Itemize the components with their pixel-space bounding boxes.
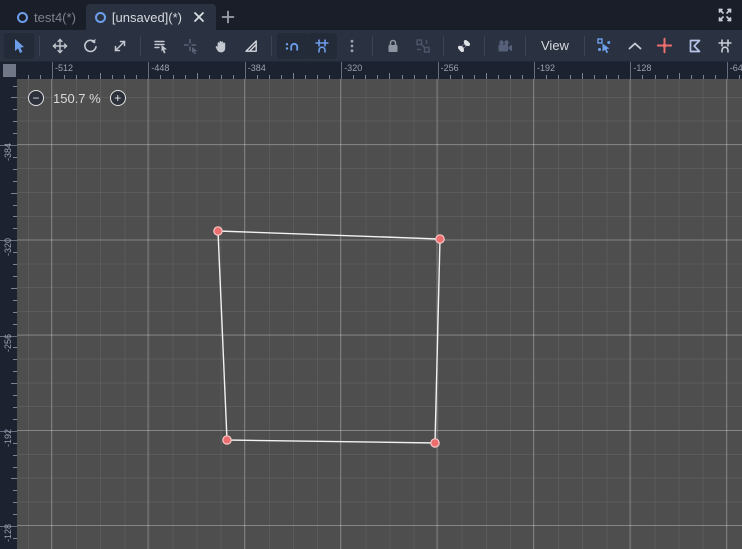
bone-icon [458,39,470,52]
ruler-label: -256 [440,63,459,73]
ruler-tool-icon [245,39,257,52]
distraction-free-button[interactable] [716,6,734,24]
camera-preview-button[interactable] [490,33,520,59]
ruler-label: -64 [729,63,742,73]
ruler-label: -320 [344,63,363,73]
polygon-tool-button[interactable] [680,33,710,59]
polygon-drawing [213,226,445,448]
skeleton-button[interactable] [449,33,479,59]
ruler-label: -320 [3,238,13,257]
scale-tool-icon [114,40,126,51]
smart-snap-button[interactable] [277,32,307,59]
scale-tool-button[interactable] [105,33,135,59]
zoom-out-button[interactable]: − [28,90,44,106]
ruler-top: -512 -448 -384 -320 -256 -192 -128 -64 [17,62,742,79]
chevron-up-icon [628,42,642,49]
group-button[interactable] [408,33,438,59]
polygon-vertex-handle[interactable] [222,435,232,445]
close-tab-icon[interactable] [192,10,206,24]
pivot-select-icon [183,38,198,54]
add-scene-tab-button[interactable] [216,4,240,30]
polygon-edges [217,230,441,444]
ruler-major-tick [726,62,728,79]
pan-tool-icon [215,40,226,52]
ruler-corner [0,62,17,79]
ruler-label: -128 [633,63,652,73]
ruler-major-tick [534,62,535,79]
minus-icon: − [32,90,40,105]
ruler-label: -192 [3,428,13,447]
polygon-vertex-handle[interactable] [430,438,440,448]
polygon-vertex-handle[interactable] [435,234,445,244]
expand-icon [718,8,732,22]
snap-grid-button[interactable] [710,33,740,59]
snap-options-button[interactable] [337,33,367,59]
scene-node-icon [17,11,28,23]
group-icon [416,38,430,53]
move-tool-icon [52,38,68,53]
ruler-label: -448 [151,63,170,73]
godot-2d-editor: test4(*) [unsaved](*) View -512 -448 -38… [0,0,742,549]
move-tool-button[interactable] [45,33,75,59]
ruler-major-tick [244,62,246,79]
rotate-tool-button[interactable] [75,33,105,59]
select-points-icon [597,38,611,54]
ruler-left: -384 -320 -256 -192 -128 [0,79,17,549]
select-tool-button[interactable] [4,32,34,59]
plus-icon: + [114,90,122,105]
ruler-label: -192 [537,63,556,73]
view-menu-button[interactable]: View [531,33,579,59]
scene-tab-bar: test4(*) [unsaved](*) [0,0,742,30]
zoom-level-label[interactable]: 150.7 % [53,91,101,106]
zoom-controls: − 150.7 % + [28,90,126,106]
snap-options-dots-icon [350,39,354,52]
ruler-label: -512 [55,63,74,73]
camera-preview-icon [498,39,512,51]
plus-icon [221,10,235,24]
chevron-up-button[interactable] [620,33,650,59]
ruler-major-tick [437,62,439,79]
grid-snap-icon [315,39,329,52]
scene-tab-label: test4(*) [34,9,76,25]
lock-button[interactable] [378,33,408,59]
canvas-toolbar: View [0,30,742,62]
rotate-tool-icon [84,38,97,52]
select-points-button[interactable] [590,33,620,59]
list-select-button[interactable] [146,33,176,59]
smart-snap-icon [285,42,299,50]
ruler-major-tick [148,62,150,79]
scene-tab-test4[interactable]: test4(*) [8,4,86,30]
scene-node-icon [94,11,106,23]
ruler-major-tick [341,62,343,79]
zoom-in-button[interactable]: + [109,90,126,106]
polygon-vertex-handle[interactable] [213,226,223,236]
pan-tool-button[interactable] [206,33,236,59]
ruler-tool-button[interactable] [236,33,266,59]
lock-icon [388,39,398,52]
create-point-button[interactable] [650,33,680,59]
grid-snap-button[interactable] [307,32,337,59]
polygon-tool-icon [689,39,701,52]
canvas-viewport[interactable]: − 150.7 % + [17,79,742,549]
ruler-label: -256 [3,333,13,352]
ruler-label: -128 [3,523,13,542]
snap-grid-icon [718,39,732,52]
scene-tab-label: [unsaved](*) [111,9,182,25]
ruler-label: -384 [3,142,13,161]
ruler-major-tick [630,62,632,79]
create-point-icon [657,37,673,54]
ruler-major-tick [52,62,53,79]
select-tool-icon [15,38,24,53]
ruler-label: -384 [247,63,266,73]
list-select-icon [154,40,167,53]
pivot-select-button[interactable] [176,33,206,59]
ruler-corner-square [3,64,16,77]
scene-tab-unsaved[interactable]: [unsaved](*) [85,4,216,30]
